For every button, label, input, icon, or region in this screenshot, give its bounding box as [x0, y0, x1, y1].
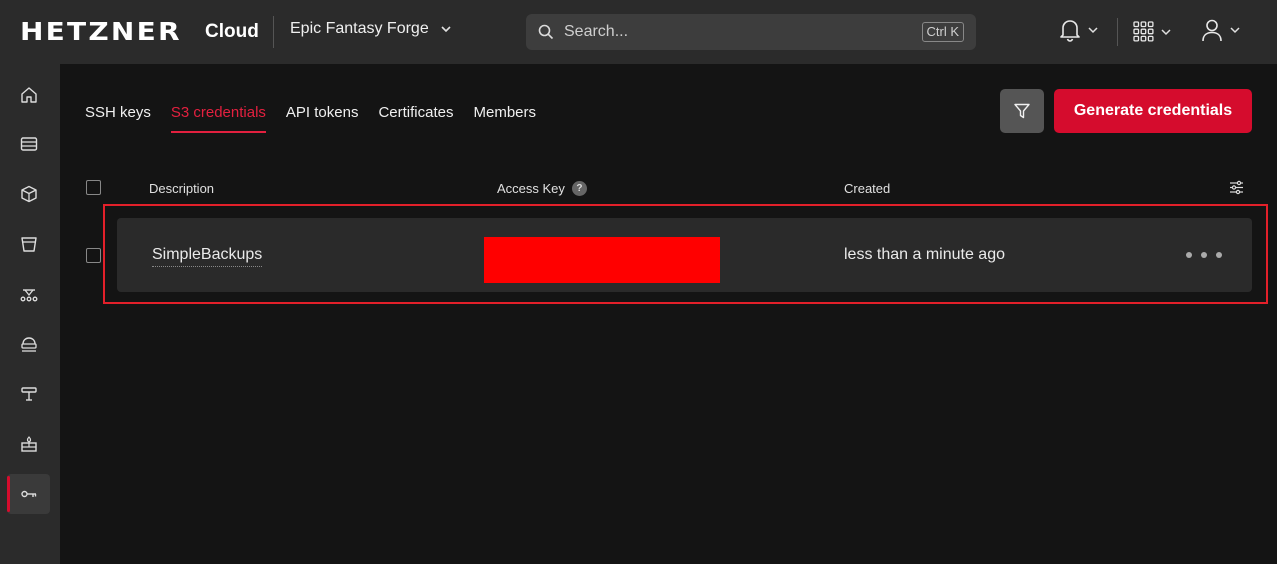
- security-key-icon: [20, 490, 36, 498]
- filter-button[interactable]: [1000, 89, 1044, 133]
- more-dot-icon: [1216, 252, 1222, 258]
- row-actions-menu[interactable]: [1186, 244, 1222, 266]
- user-icon: [1202, 19, 1222, 42]
- chevron-down-icon: [1161, 28, 1171, 35]
- column-header-created[interactable]: Created: [844, 181, 890, 196]
- floating-ips-icon: [20, 387, 37, 401]
- column-label: Created: [844, 181, 891, 196]
- select-all-checkbox[interactable]: [86, 180, 101, 195]
- column-label: Description: [149, 181, 215, 196]
- row-checkbox[interactable]: [86, 248, 101, 263]
- firewalls-icon: [20, 436, 37, 452]
- tab-certificates[interactable]: Certificates: [378, 104, 453, 133]
- column-header-access-key[interactable]: Access Key ?: [497, 181, 587, 196]
- sidebar-item-firewalls[interactable]: [7, 424, 50, 464]
- home-icon: [20, 87, 37, 103]
- chevron-down-icon: [1088, 27, 1098, 34]
- bell-icon: [1060, 20, 1080, 42]
- search-bar[interactable]: Search... Ctrl K: [526, 14, 976, 50]
- sidebar-item-object-storage[interactable]: [7, 224, 50, 264]
- sidebar-item-networks[interactable]: [7, 324, 50, 364]
- product-name: Cloud: [205, 21, 259, 42]
- sidebar-item-floating-ips[interactable]: [7, 374, 50, 414]
- top-bar: HETZNER Cloud Epic Fantasy Forge Search.…: [0, 0, 1277, 64]
- chevron-down-icon: [1230, 27, 1240, 34]
- tab-s3-credentials[interactable]: S3 credentials: [170, 104, 266, 133]
- logo-wordmark: HETZNER: [20, 17, 182, 46]
- column-label: Access Key: [497, 181, 565, 196]
- tab-api-tokens[interactable]: API tokens: [286, 104, 359, 133]
- volumes-icon: [20, 185, 37, 203]
- access-key-redacted: [484, 237, 720, 283]
- servers-icon: [20, 137, 37, 151]
- credential-created: less than a minute ago: [844, 246, 1005, 263]
- networks-icon: [20, 337, 37, 352]
- chevron-down-icon: [441, 26, 451, 33]
- hetzner-logo[interactable]: HETZNER Cloud: [20, 19, 259, 45]
- generate-credentials-button[interactable]: Generate credentials: [1054, 89, 1252, 133]
- security-tabs: SSH keys S3 credentials API tokens Certi…: [85, 104, 556, 133]
- credential-description[interactable]: SimpleBackups: [152, 246, 263, 267]
- sidebar: [0, 64, 60, 564]
- object-storage-icon: [20, 237, 37, 252]
- project-name: Epic Fantasy Forge: [290, 20, 429, 37]
- search-placeholder: Search...: [564, 23, 629, 40]
- help-icon[interactable]: ?: [571, 181, 587, 196]
- apps-menu-button[interactable]: [1133, 21, 1172, 42]
- more-dot-icon: [1186, 252, 1192, 258]
- sidebar-item-load-balancers[interactable]: [7, 274, 50, 314]
- column-header-description[interactable]: Description: [149, 181, 214, 196]
- search-shortcut: Ctrl K: [921, 22, 964, 42]
- header-divider: [273, 16, 274, 48]
- search-icon: [538, 24, 554, 40]
- sidebar-item-servers[interactable]: [7, 124, 50, 164]
- user-menu-button[interactable]: [1201, 18, 1241, 42]
- header-divider: [1117, 18, 1118, 46]
- notifications-button[interactable]: [1059, 18, 1099, 42]
- filter-icon: [1014, 103, 1030, 119]
- project-selector[interactable]: Epic Fantasy Forge: [290, 20, 453, 38]
- sidebar-item-volumes[interactable]: [7, 174, 50, 214]
- column-settings-icon[interactable]: [1229, 180, 1244, 195]
- sidebar-item-security[interactable]: [7, 474, 50, 514]
- more-dot-icon: [1201, 252, 1207, 258]
- sidebar-item-home[interactable]: [7, 75, 50, 115]
- tab-members[interactable]: Members: [474, 104, 537, 133]
- grid-icon: [1133, 21, 1154, 42]
- tab-ssh-keys[interactable]: SSH keys: [85, 104, 151, 133]
- load-balancers-icon: [20, 289, 37, 302]
